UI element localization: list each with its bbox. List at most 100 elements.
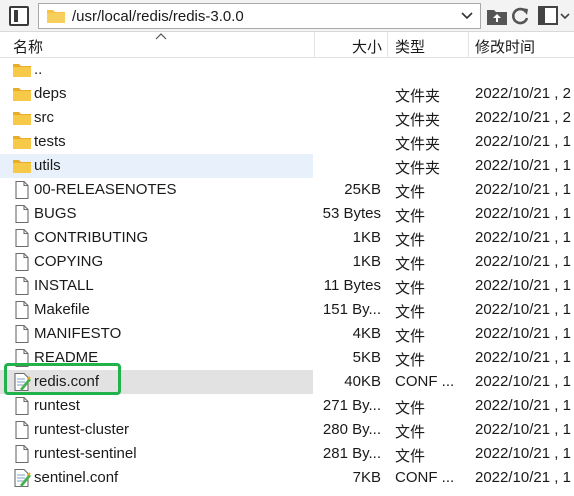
path-input[interactable]: /usr/local/redis/redis-3.0.0 [38, 3, 481, 29]
file-row[interactable]: deps 文件夹 2022/10/21 , 2 [0, 82, 574, 106]
file-row[interactable]: src 文件夹 2022/10/21 , 2 [0, 106, 574, 130]
folder-icon [12, 156, 32, 176]
file-name-cell[interactable]: Makefile [0, 298, 313, 322]
file-name-cell[interactable]: COPYING [0, 250, 313, 274]
file-name: COPYING [34, 253, 104, 270]
file-size: 11 Bytes [323, 277, 381, 294]
file-icon [12, 420, 32, 440]
file-size: 1KB [352, 229, 381, 246]
file-row[interactable]: README 5KB 文件 2022/10/21 , 1 [0, 346, 574, 370]
column-name[interactable]: 名称 [13, 36, 43, 57]
file-modified: 2022/10/21 , 1 [475, 205, 571, 222]
file-row[interactable]: INSTALL 11 Bytes 文件 2022/10/21 , 1 [0, 274, 574, 298]
file-type: 文件 [395, 400, 426, 417]
file-modified: 2022/10/21 , 1 [475, 469, 571, 486]
file-size: 40KB [344, 373, 381, 390]
folder-icon [12, 132, 32, 152]
file-name-cell[interactable]: runtest [0, 394, 313, 418]
file-name: MANIFESTO [34, 325, 122, 342]
file-row[interactable]: utils 文件夹 2022/10/21 , 1 [0, 154, 574, 178]
file-row[interactable]: BUGS 53 Bytes 文件 2022/10/21 , 1 [0, 202, 574, 226]
file-modified: 2022/10/21 , 1 [475, 181, 571, 198]
file-row[interactable]: tests 文件夹 2022/10/21 , 1 [0, 130, 574, 154]
file-modified: 2022/10/21 , 1 [475, 277, 571, 294]
file-name-cell[interactable]: CONTRIBUTING [0, 226, 313, 250]
file-size: 53 Bytes [322, 205, 381, 222]
file-row[interactable]: runtest-sentinel 281 By... 文件 2022/10/21 , … [0, 442, 574, 466]
file-name-cell[interactable]: INSTALL [0, 274, 313, 298]
file-size: 7KB [352, 469, 381, 486]
file-type: 文件 [395, 424, 426, 441]
file-type: 文件夹 [395, 112, 441, 129]
file-name-cell[interactable]: MANIFESTO [0, 322, 313, 346]
file-name-cell[interactable]: sentinel.conf [0, 466, 313, 490]
file-type: 文件夹 [395, 88, 441, 105]
sidebar-toggle-icon[interactable] [9, 6, 29, 26]
file-modified: 2022/10/21 , 1 [475, 301, 571, 318]
conf-file-icon [12, 468, 32, 488]
file-name: src [34, 109, 54, 126]
file-name-cell[interactable]: src [0, 106, 313, 130]
file-name-cell[interactable]: tests [0, 130, 313, 154]
file-name: redis.conf [34, 373, 100, 390]
column-size[interactable]: 大小 [352, 36, 382, 57]
file-modified: 2022/10/21 , 1 [475, 349, 571, 366]
file-name-cell[interactable]: 00-RELEASENOTES [0, 178, 313, 202]
column-type[interactable]: 类型 [395, 36, 425, 57]
file-modified: 2022/10/21 , 1 [475, 157, 571, 174]
file-modified: 2022/10/21 , 2 [475, 85, 571, 102]
file-row[interactable]: .. [0, 58, 574, 82]
file-name: runtest-cluster [34, 421, 130, 438]
file-row[interactable]: COPYING 1KB 文件 2022/10/21 , 1 [0, 250, 574, 274]
file-name-cell[interactable]: utils [0, 154, 313, 178]
file-name-cell[interactable]: runtest-cluster [0, 418, 313, 442]
file-name: Makefile [34, 301, 90, 318]
file-name-cell[interactable]: runtest-sentinel [0, 442, 313, 466]
parent-folder-icon[interactable] [486, 5, 508, 27]
chevron-down-icon[interactable] [459, 7, 475, 25]
path-text: /usr/local/redis/redis-3.0.0 [72, 8, 244, 25]
file-type: 文件 [395, 208, 426, 225]
file-size: 280 By... [322, 421, 381, 438]
file-name-cell[interactable]: .. [0, 58, 313, 82]
file-icon [12, 276, 32, 296]
file-row[interactable]: runtest-cluster 280 By... 文件 2022/10/21 , 1 [0, 418, 574, 442]
file-type: 文件夹 [395, 136, 441, 153]
column-divider[interactable] [314, 32, 315, 58]
file-row[interactable]: Makefile 151 By... 文件 2022/10/21 , 1 [0, 298, 574, 322]
file-row[interactable]: runtest 271 By... 文件 2022/10/21 , 1 [0, 394, 574, 418]
file-name-cell[interactable]: README [0, 346, 313, 370]
file-icon [12, 348, 32, 368]
file-row[interactable]: MANIFESTO 4KB 文件 2022/10/21 , 1 [0, 322, 574, 346]
file-row[interactable]: 00-RELEASENOTES 25KB 文件 2022/10/21 , 1 [0, 178, 574, 202]
file-name-cell[interactable]: redis.conf [0, 370, 313, 394]
path-toolbar: /usr/local/redis/redis-3.0.0 [0, 0, 574, 32]
file-icon [12, 180, 32, 200]
file-row[interactable]: redis.conf 40KB CONF ... 2022/10/21 , 1 [0, 370, 574, 394]
file-modified: 2022/10/21 , 1 [475, 421, 571, 438]
file-modified: 2022/10/21 , 1 [475, 325, 571, 342]
column-divider[interactable] [387, 32, 388, 58]
file-name: runtest-sentinel [34, 445, 137, 462]
file-name: deps [34, 85, 67, 102]
file-row[interactable]: CONTRIBUTING 1KB 文件 2022/10/21 , 1 [0, 226, 574, 250]
column-modified[interactable]: 修改时间 [475, 36, 535, 57]
file-icon [12, 396, 32, 416]
column-divider[interactable] [468, 32, 469, 58]
file-size: 281 By... [322, 445, 381, 462]
file-size: 271 By... [322, 397, 381, 414]
file-modified: 2022/10/21 , 1 [475, 133, 571, 150]
file-icon [12, 444, 32, 464]
file-row[interactable]: sentinel.conf 7KB CONF ... 2022/10/21 , 1 [0, 466, 574, 490]
file-name: INSTALL [34, 277, 94, 294]
file-icon [12, 252, 32, 272]
file-list: .. deps 文件夹 2022/10/21 , 2 src 文件夹 2022/10/21 … [0, 58, 574, 496]
view-options-icon[interactable] [537, 5, 573, 27]
file-name: README [34, 349, 99, 366]
refresh-icon[interactable] [509, 5, 531, 27]
file-modified: 2022/10/21 , 1 [475, 253, 571, 270]
file-name: BUGS [34, 205, 77, 222]
file-name-cell[interactable]: deps [0, 82, 313, 106]
file-type: 文件 [395, 304, 426, 321]
file-name-cell[interactable]: BUGS [0, 202, 313, 226]
